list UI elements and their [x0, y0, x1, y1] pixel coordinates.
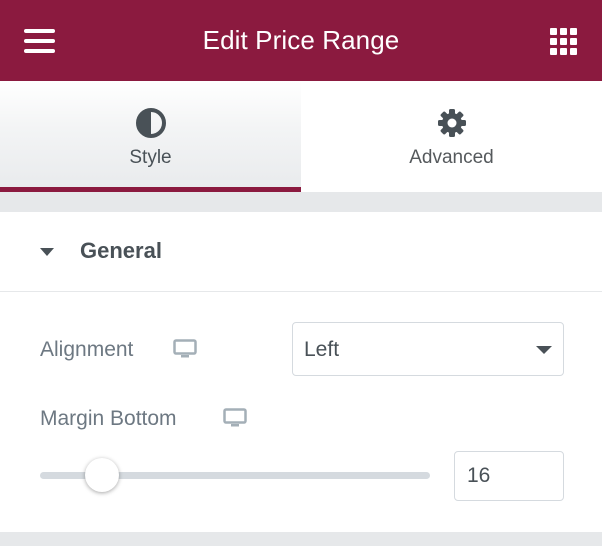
- tab-advanced[interactable]: Advanced: [301, 81, 602, 192]
- desktop-icon[interactable]: [173, 339, 197, 359]
- page-title: Edit Price Range: [202, 25, 400, 55]
- caret-down-icon: [40, 248, 54, 256]
- margin-bottom-input[interactable]: [454, 451, 564, 501]
- section-title: General: [80, 238, 162, 263]
- alignment-select-value: Left: [304, 338, 340, 361]
- tab-advanced-label: Advanced: [409, 147, 494, 168]
- controls-panel: General Alignment Left Margin Bottom: [0, 212, 602, 532]
- editor-header: Edit Price Range: [0, 0, 602, 81]
- desktop-icon[interactable]: [223, 408, 247, 428]
- gear-icon: [437, 109, 466, 137]
- grid-icon-dot: [570, 28, 577, 35]
- grid-icon-dot: [560, 28, 567, 35]
- grid-icon-dot: [570, 48, 577, 55]
- grid-icon-dot: [570, 38, 577, 45]
- panel-tabs: Style Advanced: [0, 81, 602, 192]
- grid-icon-dot: [560, 38, 567, 45]
- grid-icon-dot: [550, 48, 557, 55]
- hamburger-icon-bar: [24, 49, 55, 53]
- hamburger-menu-button[interactable]: [22, 26, 58, 56]
- alignment-label: Alignment: [40, 338, 134, 361]
- grid-icon: [550, 28, 557, 35]
- grid-icon-dot: [550, 38, 557, 45]
- hamburger-icon: [24, 29, 55, 33]
- contrast-half-circle-icon: [135, 108, 166, 138]
- margin-bottom-label: Margin Bottom: [40, 407, 177, 430]
- tab-style[interactable]: Style: [0, 81, 301, 192]
- alignment-select[interactable]: Left: [292, 322, 564, 376]
- grid-icon-dot: [560, 48, 567, 55]
- hamburger-icon-bar: [24, 39, 55, 43]
- chevron-down-icon: [536, 346, 552, 354]
- tab-style-label: Style: [129, 147, 172, 168]
- margin-bottom-slider-handle[interactable]: [85, 458, 119, 492]
- apps-grid-button[interactable]: [548, 26, 578, 56]
- section-general-toggle[interactable]: General: [0, 212, 602, 292]
- section-separator: [0, 192, 602, 212]
